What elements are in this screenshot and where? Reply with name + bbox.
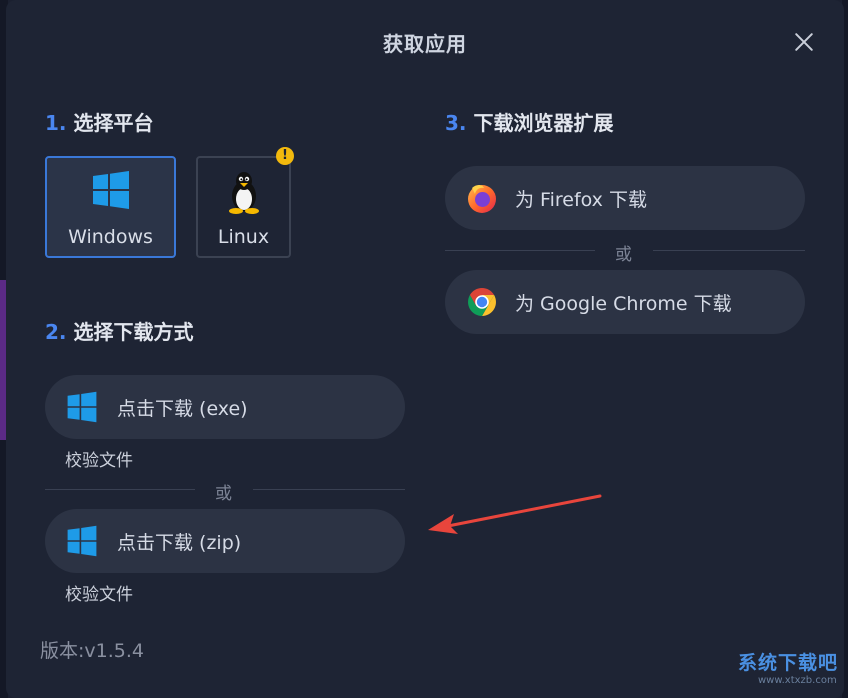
section-2-title: 2. 选择下载方式 [45,316,193,345]
close-button[interactable] [790,28,818,56]
download-firefox-button[interactable]: 为 Firefox 下载 [445,166,805,230]
download-chrome-label: 为 Google Chrome 下载 [515,292,732,315]
firefox-icon [465,182,499,214]
section-2-label: 选择下载方式 [73,320,194,344]
windows-icon [65,525,99,557]
version-label: 版本:v1.5.4 [40,640,144,662]
platform-windows-card[interactable]: Windows [45,156,176,258]
dialog-title: 获取应用 [383,32,467,56]
download-zip-button[interactable]: 点击下载 (zip) [45,509,405,573]
platform-windows-label: Windows [68,226,153,248]
annotation-arrow-icon [428,494,602,534]
watermark-url: www.xtxzb.com [758,675,837,686]
section-1-title: 1. 选择平台 [45,107,153,136]
section-2-number: 2. [45,320,67,344]
windows-icon [91,170,131,214]
download-firefox-label: 为 Firefox 下载 [515,188,647,211]
linux-warning-badge: ! [276,147,294,165]
section-3-label: 下载浏览器扩展 [473,111,614,135]
platform-linux-card[interactable]: Linux [196,156,291,258]
download-chrome-button[interactable]: 为 Google Chrome 下载 [445,270,805,334]
watermark-text: 系统下载吧 [738,652,839,674]
download-exe-button[interactable]: 点击下载 (exe) [45,375,405,439]
verify-zip-link[interactable]: 校验文件 [65,580,133,605]
windows-icon [65,391,99,423]
separator-text: 或 [615,245,632,265]
download-zip-label: 点击下载 (zip) [117,531,242,554]
linux-tux-icon [224,170,264,214]
section-3-number: 3. [445,111,467,135]
section-1-number: 1. [45,111,67,135]
platform-linux-label: Linux [217,226,270,248]
separator-text: 或 [215,484,232,504]
section-1-label: 选择平台 [73,111,154,135]
watermark: 系统下载吧 www.xtxzb.com [738,648,838,686]
download-method-separator: 或 [45,479,405,504]
download-exe-label: 点击下载 (exe) [117,397,248,420]
browser-extension-separator: 或 [445,240,805,265]
verify-exe-link[interactable]: 校验文件 [65,446,133,471]
chrome-icon [465,286,499,318]
section-3-title: 3. 下载浏览器扩展 [445,107,613,136]
